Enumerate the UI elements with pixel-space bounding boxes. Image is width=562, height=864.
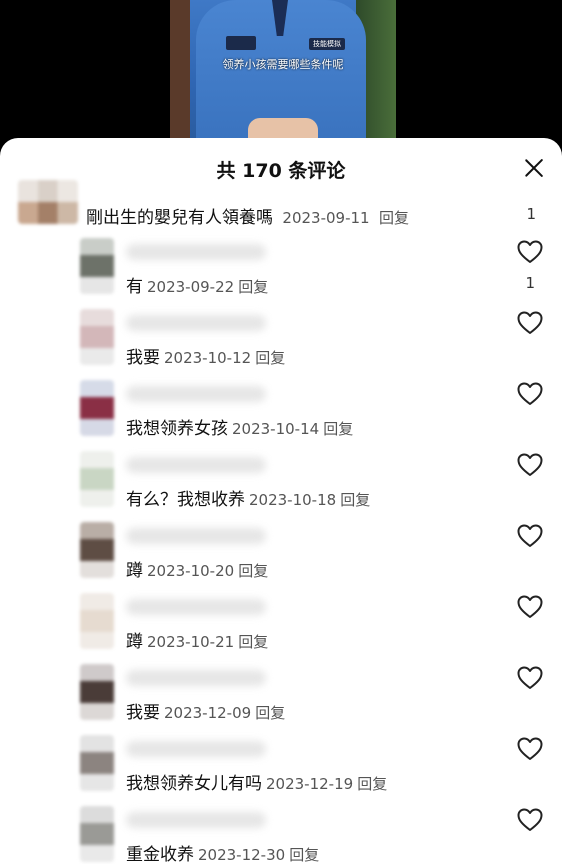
- reply-button[interactable]: 回复: [238, 562, 268, 580]
- username-blurred[interactable]: [126, 244, 266, 260]
- username-blurred[interactable]: [126, 315, 266, 331]
- comment-text: 有么？我想收养: [126, 490, 245, 510]
- heart-icon[interactable]: [517, 311, 543, 335]
- comment-date: 2023-10-14: [232, 420, 320, 438]
- avatar[interactable]: [80, 451, 114, 507]
- avatar[interactable]: [80, 522, 114, 578]
- video-caption: 领养小孩需要哪些条件呢: [222, 58, 344, 71]
- like-count: 1: [525, 274, 535, 292]
- reply-button[interactable]: 回复: [379, 209, 409, 227]
- username-blurred[interactable]: [126, 386, 266, 402]
- heart-icon[interactable]: [517, 240, 543, 264]
- like-count: 1: [526, 205, 536, 223]
- video-hands: [248, 118, 318, 140]
- username-blurred[interactable]: [126, 741, 266, 757]
- comment-text: 我要: [126, 348, 160, 368]
- heart-icon[interactable]: [517, 453, 543, 477]
- comment-date: 2023-12-19: [266, 775, 354, 793]
- comment-date: 2023-09-11: [282, 209, 370, 227]
- reply-comment: 有么？我想收养 2023-10-18 回复: [0, 451, 562, 521]
- reply-button[interactable]: 回复: [357, 775, 387, 793]
- reply-comment: 我要 2023-12-09 回复: [0, 664, 562, 734]
- video-badge: [226, 36, 256, 50]
- heart-icon[interactable]: [517, 737, 543, 761]
- avatar[interactable]: [80, 380, 114, 436]
- comment-text: 重金收养: [126, 845, 194, 864]
- reply-button[interactable]: 回复: [255, 349, 285, 367]
- username-blurred[interactable]: [126, 457, 266, 473]
- avatar[interactable]: [80, 309, 114, 365]
- comment-text: 剛出生的嬰兒有人領養嗎: [86, 208, 273, 228]
- reply-button[interactable]: 回复: [289, 846, 319, 864]
- comment-text: 蹲: [126, 561, 143, 581]
- reply-comment: 我想领养女孩 2023-10-14 回复: [0, 380, 562, 450]
- comment-text: 蹲: [126, 632, 143, 652]
- username-blurred[interactable]: [126, 528, 266, 544]
- reply-button[interactable]: 回复: [238, 633, 268, 651]
- avatar[interactable]: [18, 180, 78, 224]
- reply-button[interactable]: 回复: [340, 491, 370, 509]
- username-blurred[interactable]: [126, 812, 266, 828]
- avatar[interactable]: [80, 664, 114, 720]
- avatar[interactable]: [80, 806, 114, 862]
- parent-comment: 剛出生的嬰兒有人領養嗎 2023-09-11 回复 1: [0, 180, 562, 230]
- reply-comment: 重金收养 2023-12-30 回复: [0, 806, 562, 864]
- comment-text: 有: [126, 277, 143, 297]
- comment-text: 我想领养女孩: [126, 419, 228, 439]
- heart-icon[interactable]: [517, 524, 543, 548]
- comment-date: 2023-12-09: [164, 704, 252, 722]
- username-blurred[interactable]: [126, 670, 266, 686]
- video-player[interactable]: 技能模拟 领养小孩需要哪些条件呢: [0, 0, 562, 150]
- close-icon[interactable]: [522, 156, 546, 180]
- comment-date: 2023-10-18: [249, 491, 337, 509]
- comment-text: 我想领养女儿有吗: [126, 774, 262, 794]
- reply-comment: 有 2023-09-22 回复 1: [0, 238, 562, 308]
- heart-icon[interactable]: [517, 666, 543, 690]
- username-blurred[interactable]: [126, 599, 266, 615]
- comment-date: 2023-12-30: [198, 846, 286, 864]
- video-frame: 技能模拟 领养小孩需要哪些条件呢: [170, 0, 396, 140]
- reply-comment: 蹲 2023-10-21 回复: [0, 593, 562, 663]
- avatar[interactable]: [80, 238, 114, 294]
- reply-button[interactable]: 回复: [255, 704, 285, 722]
- reply-button[interactable]: 回复: [323, 420, 353, 438]
- reply-comment: 蹲 2023-10-20 回复: [0, 522, 562, 592]
- reply-comment: 我想领养女儿有吗 2023-12-19 回复: [0, 735, 562, 805]
- heart-icon[interactable]: [517, 808, 543, 832]
- reply-comment: 我要 2023-10-12 回复: [0, 309, 562, 379]
- video-patch: 技能模拟: [309, 38, 345, 50]
- heart-icon[interactable]: [517, 595, 543, 619]
- comment-date: 2023-10-20: [147, 562, 235, 580]
- comment-text: 我要: [126, 703, 160, 723]
- comments-title: 共 170 条评论: [216, 160, 346, 182]
- avatar[interactable]: [80, 735, 114, 791]
- comment-date: 2023-09-22: [147, 278, 235, 296]
- avatar[interactable]: [80, 593, 114, 649]
- reply-button[interactable]: 回复: [238, 278, 268, 296]
- comment-date: 2023-10-21: [147, 633, 235, 651]
- heart-icon[interactable]: [517, 382, 543, 406]
- comments-sheet: 共 170 条评论 剛出生的嬰兒有人領養嗎 2023-09-11 回复 1 有2…: [0, 138, 562, 864]
- comment-date: 2023-10-12: [164, 349, 252, 367]
